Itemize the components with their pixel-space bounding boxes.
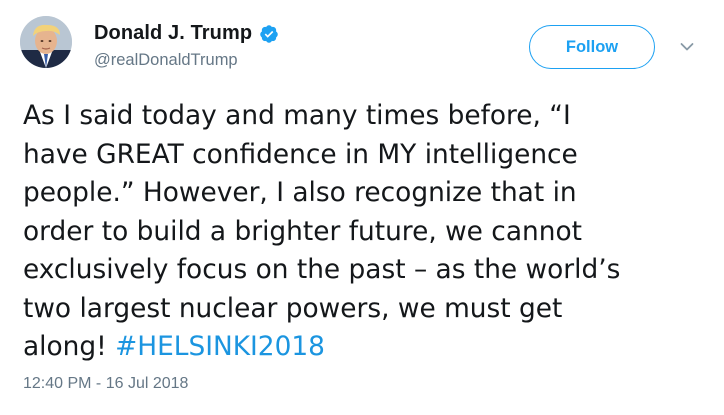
tweet-timestamp[interactable]: 12:40 PM - 16 Jul 2018 bbox=[23, 375, 188, 393]
name-row: Donald J. Trump bbox=[94, 22, 279, 45]
verified-badge-icon bbox=[259, 24, 279, 44]
avatar[interactable] bbox=[20, 16, 72, 68]
hashtag-link[interactable]: #HELSINKI2018 bbox=[115, 331, 325, 362]
tweet-line: As I said today and many times before, “… bbox=[23, 100, 571, 131]
tweet-text: As I said today and many times before, “… bbox=[23, 97, 713, 367]
author-name[interactable]: Donald J. Trump bbox=[94, 22, 252, 45]
profile-photo-icon bbox=[20, 16, 72, 68]
tweet-line: exclusively focus on the past – as the w… bbox=[23, 254, 621, 285]
tweet-last-line: along! #HELSINKI2018 bbox=[23, 328, 713, 367]
tweet-header: Donald J. Trump @realDonaldTrump bbox=[94, 22, 279, 70]
tweet-line: people.” However, I also recognize that … bbox=[23, 177, 577, 208]
author-handle[interactable]: @realDonaldTrump bbox=[94, 51, 279, 70]
tweet-line: two largest nuclear powers, we must get bbox=[23, 292, 563, 324]
follow-button[interactable]: Follow bbox=[529, 25, 655, 69]
tweet-line: along! bbox=[23, 331, 116, 362]
tweet-line: order to build a brighter future, we can… bbox=[23, 215, 582, 247]
chevron-down-icon[interactable] bbox=[680, 42, 694, 52]
tweet-line: have GREAT confidence in MY intelligence bbox=[23, 138, 578, 170]
